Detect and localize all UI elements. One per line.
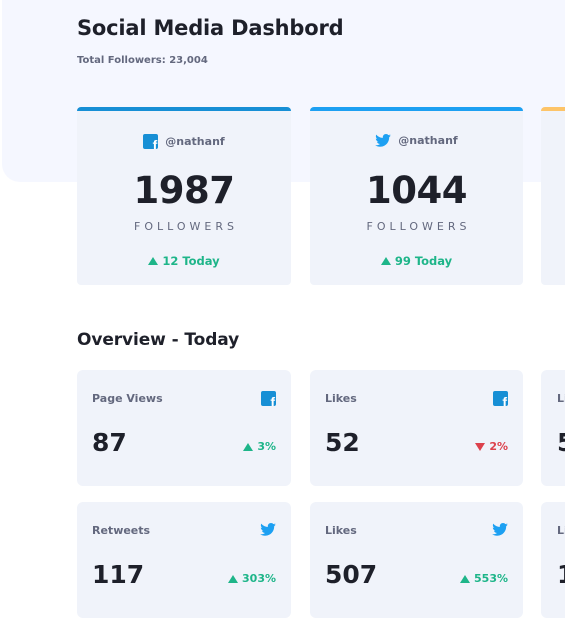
card-accent-bar: [310, 107, 523, 111]
handle-row: f @nathanf: [77, 134, 291, 149]
followers-card-twitter[interactable]: @nathanf 1044 FOLLOWERS 99 Today: [310, 107, 523, 285]
followers-card-instagram-partial[interactable]: [541, 107, 565, 285]
metric-value: 117: [92, 560, 145, 589]
twitter-icon: [375, 134, 392, 147]
card-accent-bar: [541, 107, 565, 111]
arrow-up-icon: [460, 574, 471, 583]
card-accent-bar: [77, 107, 291, 111]
arrow-up-icon: [228, 574, 239, 583]
metric-label: Retweets: [92, 524, 151, 537]
metric-value: 1: [557, 560, 565, 589]
metric-label: Likes: [325, 392, 357, 405]
follower-count: 1987: [133, 169, 235, 212]
total-followers: Total Followers: 23,004: [77, 55, 208, 66]
overview-card-partial[interactable]: Li 5: [541, 370, 565, 486]
metric-label: Li: [557, 524, 565, 537]
facebook-icon: f: [143, 134, 159, 149]
overview-card-facebook-page-views[interactable]: Page Views f 87 3%: [77, 370, 291, 486]
metric-change: 3%: [243, 440, 276, 453]
facebook-icon: f: [493, 391, 508, 406]
handle-row: @nathanf: [310, 134, 523, 147]
arrow-down-icon: [475, 442, 486, 451]
metric-value: 52: [325, 428, 360, 457]
arrow-up-icon: [148, 257, 159, 265]
metric-value: 87: [92, 428, 127, 457]
twitter-icon: [260, 523, 276, 536]
today-change: 99 Today: [310, 254, 523, 268]
metric-label: Likes: [325, 524, 357, 537]
metric-value: 507: [325, 560, 378, 589]
handle: @nathanf: [398, 134, 458, 147]
metric-change: 303%: [228, 572, 276, 585]
followers-label: FOLLOWERS: [366, 220, 471, 233]
metric-label: Page Views: [92, 392, 163, 405]
arrow-up-icon: [243, 442, 254, 451]
metric-change: 2%: [475, 440, 508, 453]
overview-card-partial[interactable]: Li 1: [541, 502, 565, 618]
overview-card-facebook-likes[interactable]: Likes f 52 2%: [310, 370, 523, 486]
facebook-icon: f: [261, 391, 276, 406]
metric-value: 5: [557, 428, 565, 457]
followers-card-facebook[interactable]: f @nathanf 1987 FOLLOWERS 12 Today: [77, 107, 291, 285]
today-change: 12 Today: [77, 254, 291, 268]
arrow-up-icon: [380, 257, 391, 265]
overview-card-twitter-retweets[interactable]: Retweets 117 303%: [77, 502, 291, 618]
twitter-icon: [492, 523, 508, 536]
metric-label: Li: [557, 392, 565, 405]
metric-change: 553%: [460, 572, 508, 585]
overview-title: Overview - Today: [77, 330, 240, 350]
followers-label: FOLLOWERS: [134, 220, 238, 233]
overview-card-twitter-likes[interactable]: Likes 507 553%: [310, 502, 523, 618]
page-title: Social Media Dashbord: [77, 16, 344, 40]
handle: @nathanf: [165, 135, 225, 148]
follower-count: 1044: [366, 169, 467, 212]
